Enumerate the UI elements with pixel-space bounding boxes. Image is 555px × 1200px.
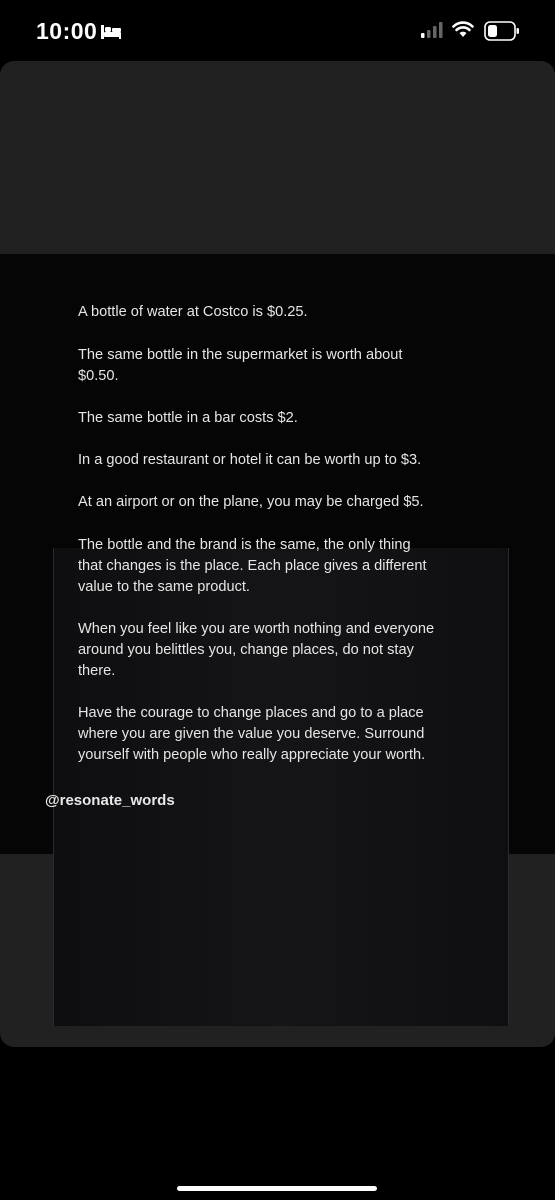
post-paragraph: The bottle and the brand is the same, th…	[78, 537, 427, 595]
post-paragraph: In a good restaurant or hotel it can be …	[78, 452, 422, 468]
cellular-signal-icon	[421, 22, 443, 38]
post-paragraph: At an airport or on the plane, you may b…	[78, 494, 424, 510]
post-paragraph: A bottle of water at Costco is $0.25.	[78, 304, 308, 320]
status-bar: 10:00	[0, 0, 555, 60]
wifi-icon	[452, 20, 474, 38]
status-time: 10:00	[36, 18, 98, 44]
post-paragraph: The same bottle in a bar costs $2.	[78, 410, 298, 426]
author-handle: @resonate_words	[45, 792, 175, 809]
home-indicator[interactable]	[177, 1186, 377, 1191]
post-paragraph: The same bottle in the supermarket is wo…	[78, 347, 403, 384]
post-paragraph: Have the courage to change places and go…	[78, 705, 426, 763]
bed-icon	[100, 22, 122, 40]
battery-icon	[484, 21, 520, 41]
post-paragraph: When you feel like you are worth nothing…	[78, 621, 435, 679]
